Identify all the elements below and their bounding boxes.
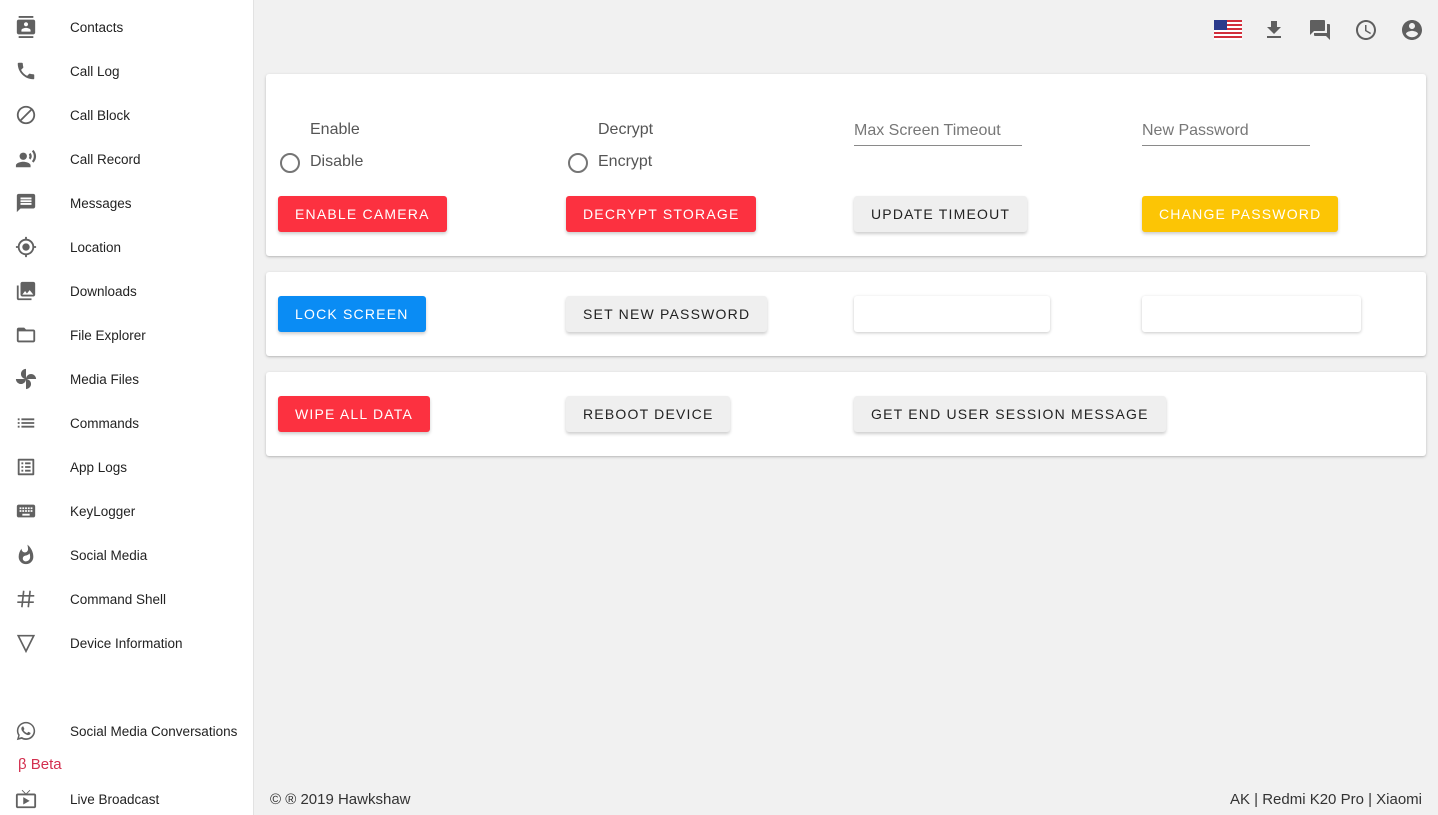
lock-password-input[interactable] (854, 296, 1050, 332)
beta-label: β Beta (18, 756, 62, 773)
footer-copyright: © ® 2019 Hawkshaw (270, 791, 411, 808)
update-timeout-button[interactable]: UPDATE TIMEOUT (854, 196, 1028, 232)
sidebar-item-call-log[interactable]: Call Log (0, 49, 254, 93)
sidebar-item-label: Call Log (70, 63, 120, 79)
sidebar-item-label: KeyLogger (70, 503, 136, 519)
list-icon (14, 411, 38, 435)
record-voice-icon (14, 147, 38, 171)
sidebar-item-location[interactable]: Location (0, 225, 254, 269)
sidebar-item-commands[interactable]: Commands (0, 401, 254, 445)
sidebar-item-call-record[interactable]: Call Record (0, 137, 254, 181)
hash-icon (14, 587, 38, 611)
camera-disable-label: Disable (310, 153, 364, 170)
sidebar-item-label: Social Media Conversations (70, 723, 238, 739)
wipe-all-data-button[interactable]: WIPE ALL DATA (278, 396, 431, 432)
forum-icon[interactable] (1307, 17, 1333, 43)
footer-device-info: AK | Redmi K20 Pro | Xiaomi (1229, 791, 1422, 808)
triangle-icon (14, 631, 38, 655)
sidebar-item-contacts[interactable]: Contacts (0, 5, 254, 49)
live-tv-icon (14, 787, 38, 811)
sidebar-item-label: Messages (70, 195, 132, 211)
change-password-button[interactable]: CHANGE PASSWORD (1142, 196, 1339, 232)
flame-icon (14, 543, 38, 567)
max-screen-timeout-input[interactable] (854, 116, 1022, 146)
storage-decrypt-option[interactable]: Decrypt (598, 121, 653, 139)
reboot-device-button[interactable]: REBOOT DEVICE (566, 396, 731, 432)
sidebar-item-label: Media Files (70, 371, 140, 387)
camera-disable-radio[interactable] (280, 153, 300, 173)
storage-encrypt-radio[interactable] (568, 153, 588, 173)
device-actions-card: WIPE ALL DATA REBOOT DEVICE GET END USER… (266, 372, 1426, 456)
sidebar-item-label: File Explorer (70, 327, 146, 343)
sidebar-item-downloads[interactable]: Downloads (0, 269, 254, 313)
sidebar-item-keylogger[interactable]: KeyLogger (0, 489, 254, 533)
sidebar-item-label: Command Shell (70, 591, 167, 607)
new-password-input[interactable] (1142, 116, 1310, 146)
enable-camera-button[interactable]: ENABLE CAMERA (278, 196, 447, 232)
download-icon[interactable] (1261, 17, 1287, 43)
sidebar-item-app-logs[interactable]: App Logs (0, 445, 254, 489)
sidebar-item-call-block[interactable]: Call Block (0, 93, 254, 137)
sidebar-item-label: Live Broadcast (70, 791, 160, 807)
end-user-session-message-button[interactable]: GET END USER SESSION MESSAGE (854, 396, 1166, 432)
sidebar-item-device-information[interactable]: Device Information (0, 621, 254, 665)
folder-icon (14, 323, 38, 347)
sidebar-item-file-explorer[interactable]: File Explorer (0, 313, 254, 357)
sidebar-item-messages[interactable]: Messages (0, 181, 254, 225)
sidebar-item-social-media[interactable]: Social Media (0, 533, 254, 577)
settings-card: Enable Disable Decrypt Encrypt ENABLE CA… (266, 74, 1426, 256)
block-icon (14, 103, 38, 127)
lock-password-confirm-input[interactable] (1142, 296, 1361, 332)
sidebar-item-label: Downloads (70, 283, 137, 299)
message-icon (14, 191, 38, 215)
sidebar-item-label: App Logs (70, 459, 128, 475)
photo-library-icon (14, 279, 38, 303)
storage-encrypt-label: Encrypt (598, 153, 653, 170)
lock-screen-button[interactable]: LOCK SCREEN (278, 296, 426, 332)
sidebar: Contacts Call Log Call Block Call Record… (0, 0, 254, 815)
keyboard-icon (14, 499, 38, 523)
lock-card: LOCK SCREEN SET NEW PASSWORD (266, 272, 1426, 356)
sidebar-item-command-shell[interactable]: Command Shell (0, 577, 254, 621)
log-list-icon (14, 455, 38, 479)
contacts-icon (14, 15, 38, 39)
sidebar-item-label: Contacts (70, 19, 124, 35)
sidebar-item-social-media-conversations[interactable]: Social Media Conversations (0, 709, 254, 753)
phone-icon (14, 59, 38, 83)
pinwheel-icon (14, 367, 38, 391)
camera-enable-option[interactable]: Enable (310, 121, 360, 139)
sidebar-item-media-files[interactable]: Media Files (0, 357, 254, 401)
decrypt-storage-button[interactable]: DECRYPT STORAGE (566, 196, 757, 232)
account-icon[interactable] (1399, 17, 1425, 43)
sidebar-item-label: Social Media (70, 547, 148, 563)
us-flag-icon[interactable] (1214, 17, 1242, 43)
sidebar-item-label: Call Block (70, 107, 131, 123)
sidebar-item-label: Commands (70, 415, 140, 431)
sidebar-item-label: Device Information (70, 635, 183, 651)
sidebar-item-label: Location (70, 239, 122, 255)
set-new-password-button[interactable]: SET NEW PASSWORD (566, 296, 768, 332)
location-icon (14, 235, 38, 259)
sidebar-item-live-broadcast[interactable]: Live Broadcast (0, 777, 254, 815)
sidebar-item-label: Call Record (70, 151, 141, 167)
whatsapp-icon (14, 719, 38, 743)
clock-icon[interactable] (1353, 17, 1379, 43)
